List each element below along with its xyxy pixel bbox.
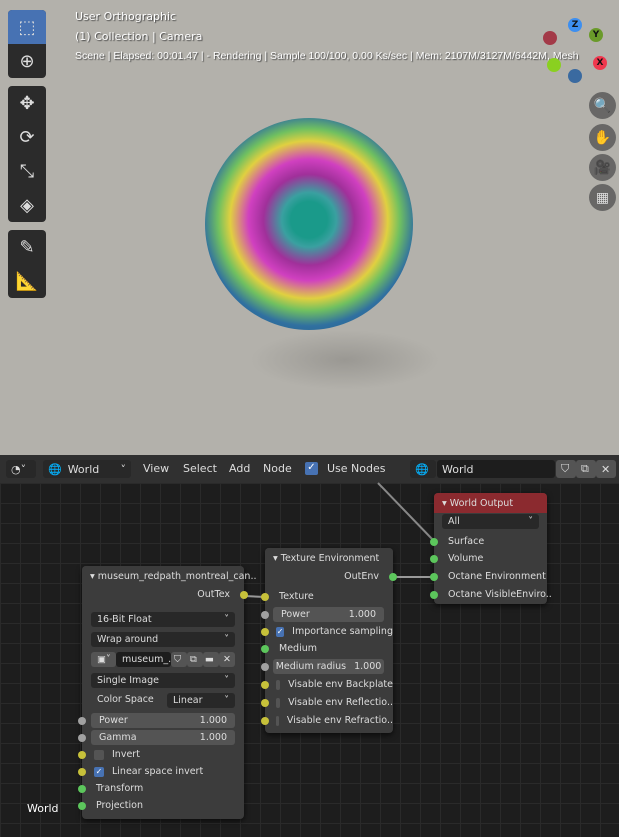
socket[interactable] [78, 801, 86, 810]
link-surface [377, 482, 435, 542]
socket[interactable] [78, 767, 86, 776]
input-volume: Volume [430, 550, 547, 567]
socket[interactable] [261, 680, 269, 689]
input-texture: Texture [261, 588, 393, 605]
input-octane-environment: Octane Environment [430, 568, 547, 585]
unlink-icon[interactable]: ✕ [219, 652, 235, 667]
socket[interactable] [261, 644, 269, 653]
chevron-down-icon: ˅ [224, 695, 229, 706]
linear-invert-checkbox[interactable]: ✓ [94, 766, 104, 777]
image-name-field[interactable]: museum_.. [116, 652, 174, 667]
world-output-node[interactable]: ▾ World Output All ˅ Surface Volume Octan… [430, 493, 552, 604]
chevron-down-icon: ˅ [224, 675, 229, 686]
input-medium: Medium [261, 640, 393, 657]
input-backplate: Visable env Backplate [261, 676, 393, 693]
socket[interactable] [240, 590, 248, 599]
input-importance-sampling: ✓ Importance sampling [261, 623, 393, 640]
duplicate-icon[interactable]: ⧉ [187, 652, 203, 667]
node-title: museum_redpath_montreal_can.. [97, 570, 257, 582]
power-field[interactable]: Power 1.000 [91, 713, 235, 728]
socket[interactable] [430, 590, 438, 599]
gamma-field[interactable]: Gamma 1.000 [91, 730, 235, 745]
medium-radius-field[interactable]: Medium radius 1.000 [273, 659, 384, 674]
color-space-dropdown[interactable]: Linear ˅ [167, 693, 235, 708]
source-dropdown[interactable]: Single Image ˅ [91, 673, 235, 688]
importance-checkbox[interactable]: ✓ [276, 626, 285, 637]
wrap-dropdown[interactable]: Wrap around ˅ [91, 632, 235, 647]
socket[interactable] [261, 698, 269, 707]
chevron-down-icon: ˅ [224, 634, 229, 645]
color-space-label: Color Space [97, 694, 154, 705]
invert-checkbox[interactable] [94, 749, 104, 760]
output-outtex: OutTex [82, 586, 248, 603]
socket[interactable] [78, 733, 86, 742]
socket[interactable] [261, 592, 269, 601]
chevron-down-icon: ˅ [528, 516, 533, 527]
format-dropdown[interactable]: 16-Bit Float ˅ [91, 612, 235, 627]
power-field[interactable]: Power 1.000 [273, 607, 384, 622]
socket[interactable] [78, 784, 86, 793]
socket[interactable] [261, 662, 269, 671]
socket[interactable] [261, 627, 269, 636]
socket[interactable] [430, 554, 438, 563]
folder-icon[interactable]: ▬ [203, 652, 219, 667]
input-medium-radius: Medium radius 1.000 [261, 658, 393, 675]
input-projection: Projection [78, 797, 244, 814]
image-browse-icon[interactable]: ▣˅ [91, 652, 116, 667]
context-label: World [27, 802, 59, 815]
input-visible-environment: Octane VisibleEnviro.. [430, 586, 552, 603]
output-outenv: OutEnv [265, 568, 397, 585]
socket[interactable] [78, 750, 86, 759]
input-surface: Surface [430, 533, 547, 550]
reflection-checkbox[interactable] [276, 697, 281, 708]
input-linear-space-invert: ✓ Linear space invert [78, 763, 244, 780]
input-power: Power 1.000 [261, 606, 393, 623]
socket[interactable] [261, 610, 269, 619]
texture-environment-node[interactable]: ▾ Texture Environment OutEnv Texture Pow… [261, 548, 397, 733]
input-transform: Transform [78, 780, 244, 797]
chevron-down-icon: ˅ [224, 614, 229, 625]
input-refraction: Visable env Refractio.. [261, 712, 393, 729]
input-gamma: Gamma 1.000 [78, 729, 244, 746]
image-texture-node[interactable]: ▾ museum_redpath_montreal_can.. OutTex 1… [78, 566, 256, 819]
shield-icon[interactable]: ⛉ [171, 652, 187, 667]
node-title: World Output [449, 497, 514, 509]
node-title: Texture Environment [280, 552, 380, 564]
socket[interactable] [430, 572, 438, 581]
input-power: Power 1.000 [78, 712, 244, 729]
socket[interactable] [389, 572, 397, 581]
refraction-checkbox[interactable] [276, 715, 279, 726]
target-dropdown[interactable]: All ˅ [442, 514, 539, 529]
socket[interactable] [78, 716, 86, 725]
input-reflection: Visable env Reflectio.. [261, 694, 393, 711]
backplate-checkbox[interactable] [276, 679, 281, 690]
socket[interactable] [261, 716, 269, 725]
socket[interactable] [430, 537, 438, 546]
input-invert: Invert [78, 746, 244, 763]
